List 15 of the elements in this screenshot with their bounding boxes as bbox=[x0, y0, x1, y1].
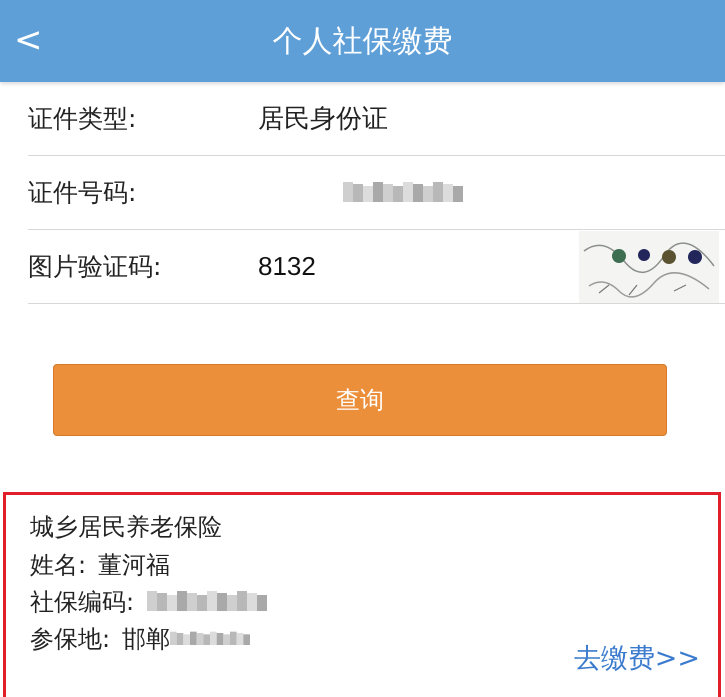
result-label: 参保地: bbox=[30, 624, 110, 654]
pay-link[interactable]: 去缴费>> bbox=[574, 640, 700, 676]
field-label: 图片验证码: bbox=[28, 251, 162, 283]
query-button[interactable]: 查询 bbox=[53, 364, 667, 436]
field-label: 证件号码: bbox=[28, 177, 138, 209]
field-value: 居民身份证 bbox=[258, 103, 388, 136]
page-title: 个人社保缴费 bbox=[272, 22, 452, 60]
result-value: 邯郸 bbox=[122, 624, 170, 654]
result-value: 董河福 bbox=[98, 550, 170, 580]
field-label: 证件类型: bbox=[28, 103, 138, 135]
result-title: 城乡居民养老保险 bbox=[30, 512, 223, 543]
captcha-input[interactable]: 8132 bbox=[258, 251, 558, 282]
result-label: 社保编码: bbox=[30, 586, 134, 618]
result-label: 姓名: bbox=[30, 550, 86, 580]
back-button[interactable]: < bbox=[6, 16, 50, 64]
